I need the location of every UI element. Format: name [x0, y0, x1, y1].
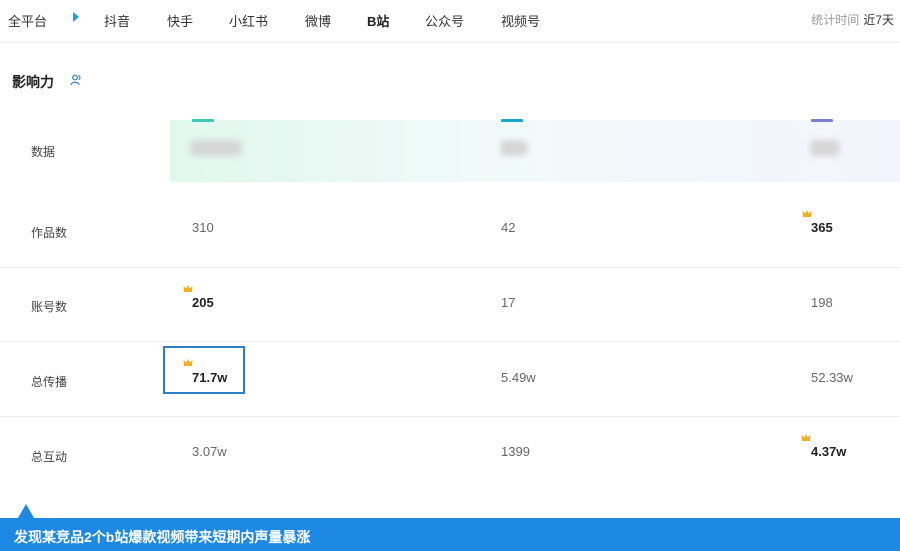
crown-icon	[801, 433, 811, 441]
user-group-icon[interactable]	[70, 74, 82, 86]
section-title: 影响力	[12, 74, 54, 90]
stat-period[interactable]: 统计时间 近7天	[811, 11, 894, 28]
reach-col2: 5.49w	[501, 370, 536, 385]
reach-col3: 52.33w	[811, 370, 853, 385]
interaction-col3: 4.37w	[811, 444, 847, 459]
column-2-accent	[501, 119, 523, 122]
caption-banner: 发现某竞品2个b站爆款视频带来短期内声量暴涨	[0, 518, 900, 551]
row-label-interaction: 总互动	[31, 450, 68, 464]
accounts-col1: 205	[192, 295, 214, 310]
nav-tab-shipinhao[interactable]: 视频号	[501, 11, 540, 30]
caption-text: 发现某竞品2个b站爆款视频带来短期内声量暴涨	[14, 529, 311, 545]
accounts-col3: 198	[811, 295, 833, 310]
caption-pointer	[18, 504, 34, 518]
row-label-reach: 总传播	[31, 375, 68, 389]
nav-tab-weibo[interactable]: 微博	[305, 11, 331, 30]
works-col1: 310	[192, 220, 214, 235]
platform-nav: 全平台 抖音 快手 小红书 微博 B站 公众号 视频号 统计时间 近7天	[0, 0, 900, 43]
reach-col1: 71.7w	[192, 370, 228, 385]
nav-tab-kuaishou[interactable]: 快手	[167, 11, 193, 30]
works-col3: 365	[811, 220, 833, 235]
stat-period-label: 统计时间	[811, 13, 860, 27]
nav-tab-douyin[interactable]: 抖音	[104, 11, 130, 30]
column-1-name-blurred	[190, 140, 242, 156]
accounts-col2: 17	[501, 295, 516, 310]
column-2-name-blurred	[500, 140, 528, 156]
row-label-works: 作品数	[31, 226, 68, 240]
interaction-col1: 3.07w	[192, 444, 227, 459]
works-col2: 42	[501, 220, 516, 235]
crown-icon	[802, 209, 812, 217]
nav-tab-gongzhonghao[interactable]: 公众号	[425, 11, 464, 30]
row-divider	[0, 267, 900, 268]
column-3-name-blurred	[810, 140, 840, 156]
crown-icon	[183, 358, 193, 366]
column-1-accent	[192, 119, 214, 122]
play-arrow-icon	[73, 12, 79, 22]
column-header-background	[170, 120, 900, 182]
row-label-accounts: 账号数	[31, 300, 68, 314]
nav-tab-xiaohongshu[interactable]: 小红书	[229, 11, 268, 30]
row-divider	[0, 416, 900, 417]
row-divider	[0, 341, 900, 342]
column-3-accent	[811, 119, 833, 122]
nav-tab-bilibili[interactable]: B站	[367, 11, 389, 30]
nav-tab-all[interactable]: 全平台	[8, 11, 47, 30]
crown-icon	[183, 284, 193, 292]
stat-period-value[interactable]: 近7天	[863, 13, 894, 27]
interaction-col2: 1399	[501, 444, 530, 459]
row-label-data: 数据	[31, 145, 56, 159]
